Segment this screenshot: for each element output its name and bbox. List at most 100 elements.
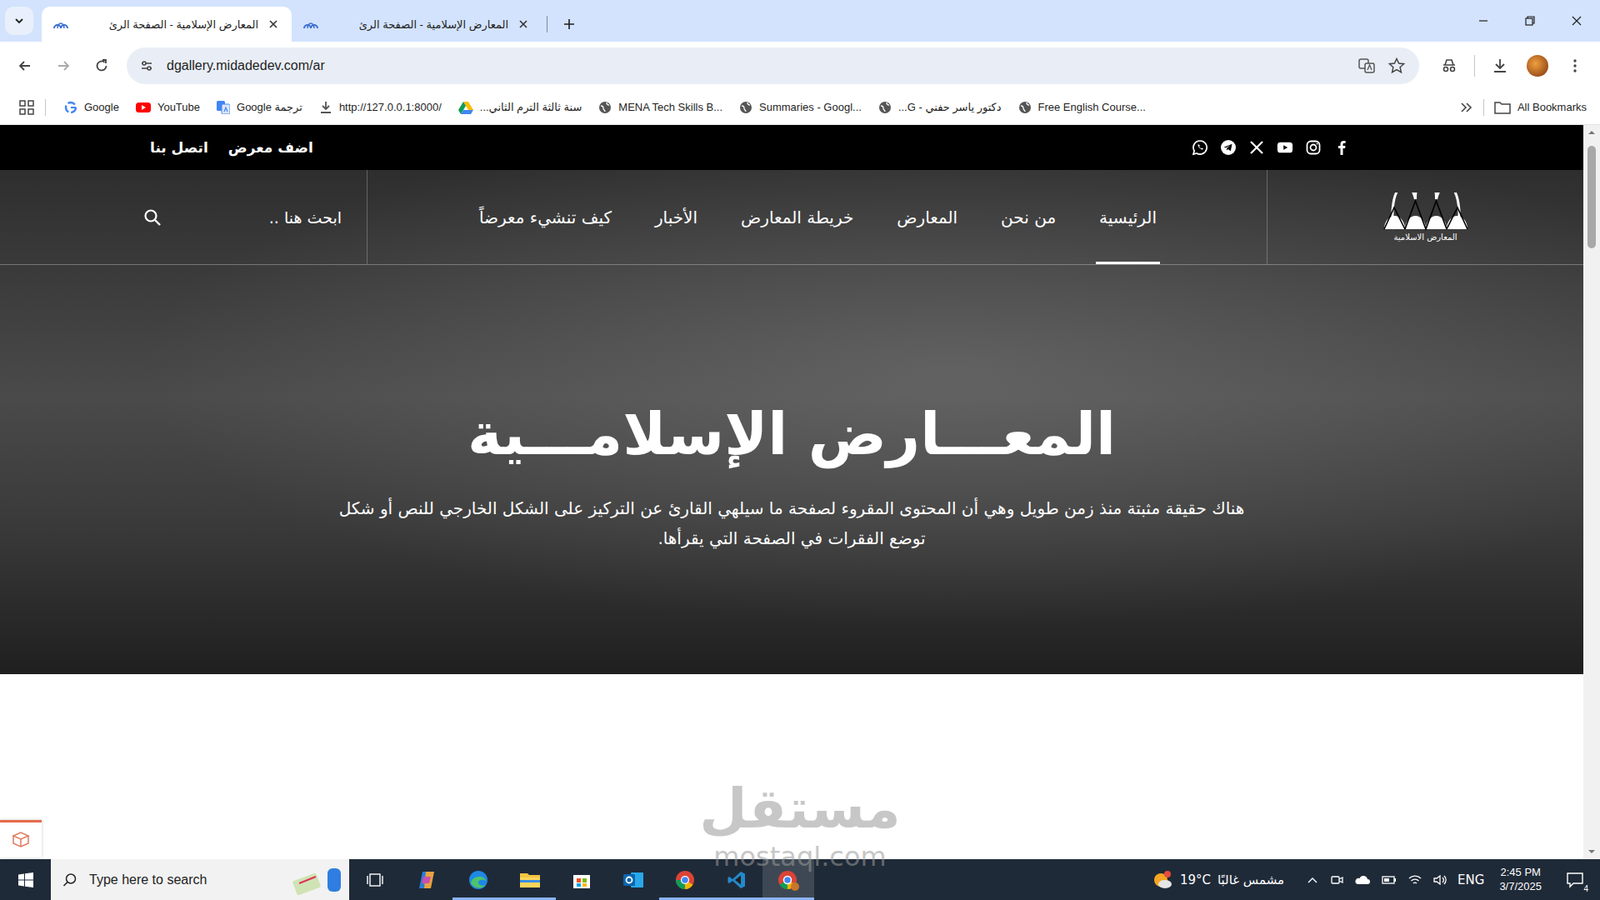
edge-icon (467, 869, 490, 891)
scroll-up-icon[interactable] (1587, 128, 1596, 137)
top-links: اضف معرض اتصل بنا (150, 139, 314, 156)
hero-section: المعارض الاسلامية الرئيسية من نحن المعارض خر… (0, 170, 1584, 675)
bookmark-item[interactable]: YouTube (135, 100, 200, 114)
globe-icon (1018, 100, 1032, 115)
bookmarks-separator (45, 99, 46, 116)
taskbar-search[interactable]: Type here to search (50, 859, 350, 900)
taskbar-app[interactable] (762, 859, 815, 900)
weather-widget[interactable]: 19°Cمشمس غالبًا (1151, 869, 1285, 891)
close-tab-icon[interactable] (516, 17, 530, 31)
site-search[interactable]: ابحث هنا .. (0, 170, 368, 265)
scroll-down-icon[interactable] (1587, 847, 1596, 856)
whatsapp-icon[interactable] (1191, 139, 1209, 156)
meet-now-icon[interactable] (1329, 872, 1345, 888)
bookmark-item[interactable]: Summaries - Googl... (739, 100, 862, 115)
menu-button[interactable] (1558, 49, 1592, 83)
reload-icon (93, 57, 110, 75)
volume-icon[interactable] (1432, 873, 1448, 887)
extension-button[interactable] (1432, 49, 1466, 83)
more-bookmarks-icon[interactable] (1458, 100, 1474, 115)
bookmark-label: دكتور ياسر حفني - G... (898, 100, 1002, 114)
restore-button[interactable] (1506, 0, 1554, 42)
telegram-icon[interactable] (1220, 139, 1237, 156)
bookmark-star-icon[interactable] (1387, 56, 1406, 75)
bookmark-item[interactable]: MENA Tech Skills B... (598, 100, 723, 115)
bookmark-item[interactable]: سنة ثالثة الترم الثاني... (458, 100, 583, 115)
download-icon (1490, 56, 1510, 75)
site-logo[interactable]: المعارض الاسلامية (1266, 170, 1584, 265)
bookmark-item[interactable]: Free English Course... (1018, 100, 1146, 115)
globe-icon (598, 100, 612, 115)
show-hidden-icons-icon[interactable] (1305, 873, 1320, 887)
bookmark-item[interactable]: Google ترجمة (216, 100, 303, 115)
battery-icon[interactable] (1380, 873, 1398, 887)
forward-button[interactable] (46, 49, 80, 83)
tab-search-button[interactable] (5, 6, 34, 35)
search-icon[interactable] (143, 208, 162, 227)
taskbar-app[interactable] (452, 859, 505, 900)
floating-widget[interactable] (0, 820, 42, 858)
tab-title: المعارض الإسلامية - الصفحة الرئ (76, 18, 259, 31)
youtube-icon[interactable] (1276, 139, 1294, 156)
bookmarks-separator (1483, 99, 1485, 116)
facebook-icon[interactable] (1333, 139, 1350, 156)
bookmark-item[interactable]: دكتور ياسر حفني - G... (878, 100, 1002, 115)
notification-center[interactable]: 4 (1556, 863, 1594, 897)
bookmark-item[interactable]: Google (64, 100, 120, 115)
back-button[interactable] (8, 49, 42, 83)
taskbar-app[interactable] (504, 859, 556, 900)
nav-item[interactable]: خريطة المعارض (737, 170, 857, 265)
taskbar-app[interactable] (710, 859, 763, 900)
top-link[interactable]: اضف معرض (228, 139, 314, 156)
scroll-thumb[interactable] (1587, 145, 1596, 249)
forward-arrow-icon (55, 57, 72, 75)
google-drive-icon (458, 100, 474, 115)
search-placeholder: ابحث هنا .. (269, 208, 342, 227)
clock[interactable]: 2:45 PM3/7/2025 (1494, 865, 1547, 895)
page-scrollbar[interactable] (1583, 125, 1600, 860)
bookmarks-bar: Google YouTube Google ترجمة http://127.0.0.… (0, 90, 1600, 125)
taskbar-app[interactable] (349, 859, 401, 900)
taskbar-app[interactable] (607, 859, 660, 900)
minimize-button[interactable] (1460, 0, 1507, 42)
wifi-icon[interactable] (1407, 873, 1423, 887)
nav-item[interactable]: الرئيسية (1095, 170, 1160, 265)
close-window-button[interactable] (1553, 0, 1600, 42)
nav-item[interactable]: المعارض (893, 170, 961, 265)
taskbar-app[interactable] (400, 859, 453, 900)
x-icon[interactable] (1248, 139, 1265, 156)
site-favicon-icon (53, 19, 69, 30)
site-info-icon[interactable] (138, 57, 155, 75)
vscode-icon (726, 870, 747, 890)
downloads-button[interactable] (1483, 49, 1517, 83)
nav-item[interactable]: الأخبار (651, 170, 701, 265)
browser-tab[interactable]: المعارض الإسلامية - الصفحة الرئ (41, 6, 292, 42)
nav-item[interactable]: كيف تنشيء معرضاً (475, 170, 615, 265)
tab-title: المعارض الإسلامية - الصفحة الرئ (326, 18, 509, 31)
bookmark-item[interactable]: http://127.0.0.1:8000/ (319, 100, 442, 115)
instagram-icon[interactable] (1305, 139, 1322, 156)
top-link[interactable]: اتصل بنا (150, 139, 209, 156)
apps-grid-icon[interactable] (18, 99, 35, 116)
bookmark-label: http://127.0.0.1:8000/ (339, 100, 442, 114)
translate-icon[interactable] (1357, 56, 1376, 75)
new-tab-button[interactable] (552, 7, 586, 41)
chrome-profile-icon (776, 868, 800, 892)
nav-item[interactable]: من نحن (997, 170, 1060, 265)
social-links (1191, 139, 1350, 156)
taskbar-app[interactable] (555, 859, 608, 900)
taskbar-app[interactable] (659, 859, 711, 900)
reload-button[interactable] (85, 49, 119, 83)
browser-tab[interactable]: المعارض الإسلامية - الصفحة الرئ (291, 6, 542, 42)
start-button[interactable] (0, 859, 51, 900)
profile-avatar[interactable] (1526, 55, 1549, 77)
clock-time: 2:45 PM (1500, 865, 1540, 880)
input-language[interactable]: ENG (1457, 872, 1485, 888)
onedrive-icon[interactable] (1354, 873, 1371, 887)
bookmark-label: Free English Course... (1038, 100, 1146, 114)
tab-strip: المعارض الإسلامية - الصفحة الرئ المعارض ا… (0, 0, 1600, 42)
address-bar[interactable]: dgallery.midadedev.com/ar (126, 47, 1420, 85)
taskbar-search-placeholder: Type here to search (89, 872, 207, 888)
all-bookmarks[interactable]: All Bookmarks (1494, 100, 1587, 115)
close-tab-icon[interactable] (266, 17, 280, 31)
